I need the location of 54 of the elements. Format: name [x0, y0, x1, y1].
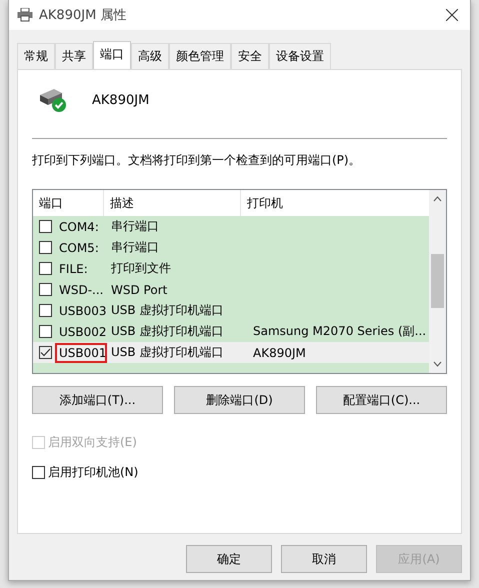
- tab[interactable]: 共享: [55, 43, 93, 69]
- checkbox[interactable]: [39, 262, 52, 275]
- scroll-down-icon[interactable]: [433, 361, 442, 367]
- port-description: 打印到文件: [110, 260, 172, 277]
- checkbox[interactable]: [39, 220, 52, 233]
- checkbox[interactable]: [39, 283, 52, 296]
- scrollbar[interactable]: [429, 190, 446, 373]
- port-row[interactable]: COM4: 串行端口: [33, 216, 429, 237]
- port-row[interactable]: USB002 USB 虚拟打印机端口 Samsung M2070 Series (副...: [33, 321, 429, 342]
- port-row[interactable]: USB003 USB 虚拟打印机端口: [33, 300, 429, 321]
- printer-name: AK890JM: [92, 92, 150, 108]
- port-row[interactable]: FILE: 打印到文件: [33, 258, 429, 279]
- port-action-button[interactable]: 配置端口(C)...: [316, 386, 447, 414]
- port-action-button[interactable]: 删除端口(D): [174, 386, 305, 414]
- port-description: USB 虚拟打印机端口: [110, 344, 224, 361]
- port-row[interactable]: COM5: 串行端口: [33, 237, 429, 258]
- tab[interactable]: 高级: [131, 43, 169, 69]
- port-name: FILE:: [58, 260, 89, 276]
- window-title: AK890JM 属性: [39, 7, 128, 24]
- printer-icon: [17, 8, 33, 22]
- port-description: USB 虚拟打印机端口: [110, 302, 224, 319]
- port-action-button[interactable]: 添加端口(T)...: [32, 386, 163, 414]
- checkbox[interactable]: [39, 241, 52, 254]
- port-row[interactable]: USB001 USB 虚拟打印机端口 AK890JM: [33, 342, 429, 363]
- dialog-button[interactable]: 确定: [186, 545, 272, 573]
- dialog-button[interactable]: 取消: [281, 545, 367, 573]
- close-icon[interactable]: [446, 9, 458, 21]
- port-name: USB003: [58, 302, 105, 318]
- port-name: USB001: [57, 344, 105, 360]
- tab[interactable]: 颜色管理: [169, 43, 231, 69]
- port-description: WSD Port: [110, 282, 168, 296]
- tab[interactable]: 设备设置: [269, 43, 331, 69]
- port-name: WSD-...: [58, 282, 104, 298]
- scroll-thumb[interactable]: [431, 254, 444, 308]
- checkbox[interactable]: [39, 325, 52, 338]
- scroll-up-icon[interactable]: [433, 196, 442, 202]
- port-name: COM5:: [58, 240, 100, 256]
- port-name: USB002: [58, 324, 105, 340]
- printer-cell-text: AK890JM: [252, 346, 306, 360]
- printer-cell-text: Samsung M2070 Series (副...: [252, 323, 426, 340]
- tab[interactable]: 安全: [231, 43, 269, 69]
- tab[interactable]: 常规: [17, 43, 55, 69]
- column-header[interactable]: 打印机: [241, 190, 427, 216]
- port-name: COM4:: [58, 218, 100, 234]
- checkbox[interactable]: [39, 304, 52, 317]
- port-description: 串行端口: [110, 239, 160, 256]
- instruction-text: 打印到下列端口。文档将打印到第一个检查到的可用端口(P)。: [32, 152, 362, 169]
- checkbox[interactable]: [39, 346, 52, 359]
- port-row[interactable]: WSD-... WSD Port: [33, 279, 429, 300]
- port-description: 串行端口: [110, 218, 160, 235]
- port-description: USB 虚拟打印机端口: [110, 323, 224, 340]
- option-checkbox[interactable]: 启用打印机池(N): [32, 464, 447, 481]
- printer-check-icon: [38, 87, 68, 113]
- tab[interactable]: 端口: [93, 41, 131, 69]
